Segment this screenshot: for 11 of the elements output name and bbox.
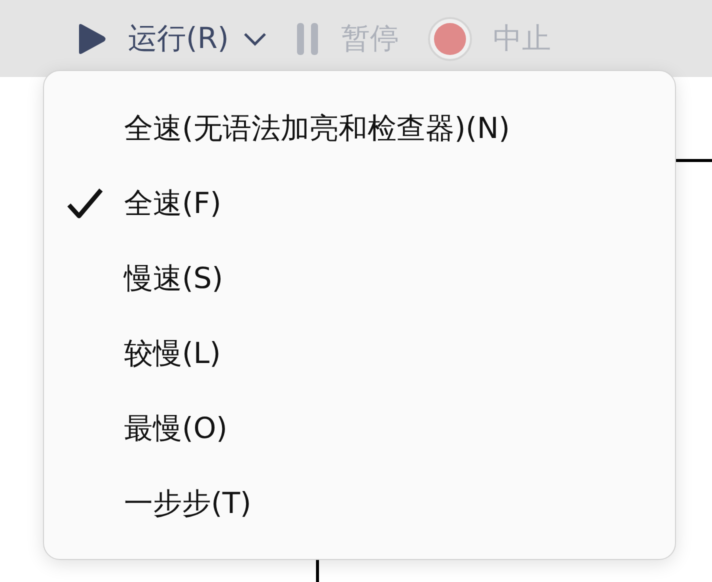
stop-icon	[426, 16, 473, 62]
menu-item[interactable]: 最慢(O)	[44, 391, 675, 466]
menu-item[interactable]: 全速(F)	[44, 166, 675, 241]
dropdown-button[interactable]	[242, 30, 267, 46]
chevron-down-icon	[242, 30, 267, 46]
menu-item[interactable]: 较慢(L)	[44, 316, 675, 391]
run-button[interactable]: 运行(R)	[74, 18, 229, 58]
menu-item[interactable]: 慢速(S)	[44, 241, 675, 316]
pause-icon	[294, 22, 321, 56]
menu-item[interactable]: 全速(无语法加亮和检查器)(N)	[44, 91, 675, 166]
menu-item[interactable]: 一步步(T)	[44, 466, 675, 541]
